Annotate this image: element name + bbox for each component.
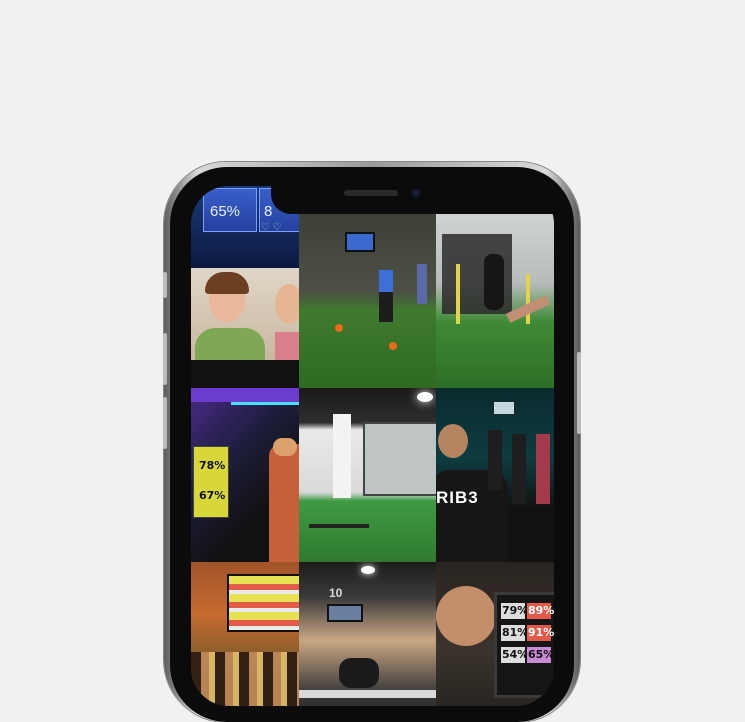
tv-screen (494, 402, 514, 414)
tv-screen (345, 232, 375, 252)
cone (335, 324, 343, 332)
ceiling-light (417, 392, 433, 402)
bench (309, 524, 369, 528)
coach-head (438, 424, 468, 458)
wall-number: 10 (329, 586, 343, 600)
photo-cell-smiling-women[interactable] (191, 268, 299, 360)
hr-tile: 81% (501, 625, 529, 641)
front-camera-icon (411, 188, 421, 198)
monitor: 79% 89% 81% 91% 54% 65% (494, 592, 554, 698)
photo-cell-gym-interior[interactable] (299, 388, 436, 562)
athlete-far (417, 264, 427, 304)
phone-power-button (577, 352, 581, 434)
cone (389, 342, 397, 350)
photo-cell-spin-class[interactable]: 78% 67% (191, 388, 299, 562)
phone-screen: 65% 8 ♡ ♡ 78% 67% RIB3 10 79% 89% 81% 91… (191, 186, 554, 706)
photo-cell-hr-screen[interactable]: 79% 89% 81% 91% 54% 65% (436, 562, 554, 706)
rower (339, 658, 379, 688)
photo-grid: 78% 67% RIB3 10 79% 89% 81% 91% 54% 65% (191, 214, 554, 706)
display-percent: 78% (199, 459, 226, 472)
pillar (333, 414, 351, 498)
earpiece-speaker (344, 190, 398, 196)
photo-cell-turf-training[interactable] (299, 214, 436, 388)
hr-tile: 54% (501, 647, 529, 663)
light-beam (231, 402, 299, 405)
person-top-2 (275, 332, 299, 360)
phone-volume-down-button (163, 397, 167, 449)
photo-cell-group-class[interactable] (191, 562, 299, 706)
hr-value: 65% (528, 648, 554, 661)
photo-cell-coach-shirt[interactable]: RIB3 (436, 388, 554, 562)
glass-wall (363, 422, 436, 496)
photo-cell-rowing[interactable]: 10 (299, 562, 436, 706)
rider (269, 444, 299, 562)
hr-tile: 91% (527, 625, 554, 641)
person-top (195, 328, 265, 360)
strap (526, 274, 530, 324)
hr-tile: 65% (527, 647, 554, 663)
arm (436, 586, 496, 646)
athlete-blue (379, 270, 393, 292)
athlete-black (484, 254, 504, 310)
ceiling-light (361, 566, 375, 574)
hr-value: 89% (528, 604, 554, 617)
strap (456, 264, 460, 324)
trainee (488, 430, 502, 490)
hr-tile: 79% (501, 603, 529, 619)
person-face-2 (275, 284, 299, 324)
photo-cell-suspension-training[interactable] (436, 214, 554, 388)
tv-screen (327, 604, 363, 622)
display-percent: 67% (199, 489, 226, 502)
trainee (536, 434, 550, 504)
trainee (512, 434, 526, 504)
shirt-logo-text: RIB3 (436, 488, 479, 507)
phone-volume-up-button (163, 333, 167, 385)
hr-value: 91% (528, 626, 554, 639)
rider-hair (273, 438, 297, 456)
hr-value: 79% (502, 604, 529, 617)
leaderboard-screen (227, 574, 299, 632)
athlete-blue-legs (379, 292, 393, 322)
light-truss (191, 388, 299, 402)
hr-tile: 89% (527, 603, 554, 619)
bike-display: 78% 67% (193, 446, 229, 518)
phone-silent-switch (163, 272, 167, 298)
hr-value: 81% (502, 626, 529, 639)
group-people (191, 652, 299, 706)
hr-value: 54% (502, 648, 529, 661)
person-hair (205, 272, 249, 294)
rowing-machine (299, 690, 436, 698)
